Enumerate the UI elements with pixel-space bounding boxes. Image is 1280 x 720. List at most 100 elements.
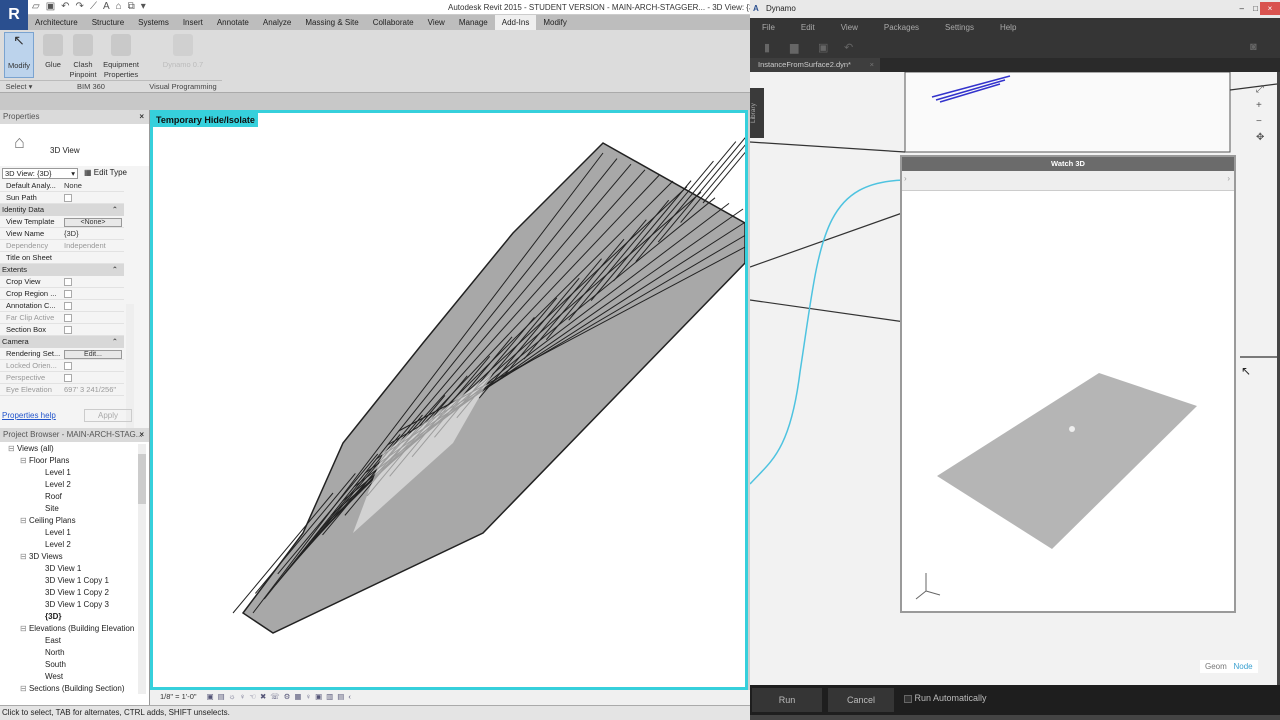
browser-node[interactable]: 3D View 1	[45, 564, 81, 573]
library-toggle[interactable]: Library	[750, 88, 764, 138]
property-checkbox[interactable]	[64, 314, 72, 323]
3d-viewport[interactable]	[150, 82, 804, 690]
property-section[interactable]: Extents ⌃	[0, 264, 124, 276]
property-value[interactable]: None	[64, 181, 82, 190]
close-icon[interactable]: ×	[1260, 2, 1280, 15]
browser-node[interactable]: 3D View 1 Copy 3	[45, 600, 109, 609]
browser-node[interactable]: ⊟ 3D Views	[20, 552, 63, 561]
browser-node[interactable]: {3D}	[45, 612, 61, 621]
expand-icon[interactable]: ⊟	[20, 624, 29, 633]
view-control-icons[interactable]: ▣▤☼♀☜✖☏⚙▦♀▣▥▤‹	[207, 692, 355, 701]
browser-node[interactable]: East	[45, 636, 61, 645]
tab-structure[interactable]: Structure	[85, 15, 131, 30]
property-button[interactable]: Edit...	[64, 350, 122, 359]
expand-icon[interactable]: ⊟	[8, 444, 17, 453]
3d-view-icon[interactable]: ⌂	[116, 1, 122, 12]
watch-3d-preview[interactable]	[902, 191, 1234, 611]
open-icon[interactable]: ▱	[32, 1, 40, 12]
clash-pinpoint-button[interactable]: Clash Pinpoint	[66, 32, 100, 80]
file-tab[interactable]: InstanceFromSurface2.dyn* ×	[750, 58, 880, 72]
close-tab-icon[interactable]: ×	[870, 58, 874, 72]
zoom-out-icon[interactable]: −	[1256, 114, 1264, 130]
menu-file[interactable]: File	[762, 18, 775, 38]
property-checkbox[interactable]	[64, 374, 72, 383]
save-icon[interactable]: ▣	[46, 1, 55, 12]
view-scale[interactable]: 1/8" = 1'-0"	[160, 692, 197, 701]
tab-analyze[interactable]: Analyze	[256, 15, 298, 30]
collapse-icon[interactable]: ⌃	[112, 264, 118, 276]
run-automatically-checkbox[interactable]	[904, 694, 912, 703]
property-checkbox[interactable]	[64, 290, 72, 299]
property-section[interactable]: Identity Data ⌃	[0, 204, 124, 216]
maximize-icon[interactable]: □	[1253, 0, 1258, 18]
browser-node[interactable]: Roof	[45, 492, 62, 501]
dynamo-button[interactable]: Dynamo 0.7	[160, 32, 206, 70]
browser-node[interactable]: West	[45, 672, 63, 681]
expand-icon[interactable]: ⊟	[20, 684, 29, 693]
property-checkbox[interactable]	[64, 362, 72, 371]
menu-packages[interactable]: Packages	[884, 18, 919, 38]
browser-node[interactable]: Level 2	[45, 540, 71, 549]
property-checkbox[interactable]	[64, 302, 72, 311]
dynamo-canvas[interactable]: Library ⤢ + − ✥ Watch 3D › › Geom Node	[750, 72, 1277, 685]
measure-icon[interactable]: ⟋	[90, 1, 97, 12]
tab-systems[interactable]: Systems	[131, 15, 176, 30]
camera-icon[interactable]: ◙	[1250, 41, 1257, 53]
modify-button[interactable]: ↖ Modify	[4, 32, 34, 78]
minimize-icon[interactable]: –	[1240, 0, 1244, 18]
collapse-icon[interactable]: ⌃	[112, 336, 118, 348]
run-automatically-toggle[interactable]: Run Automatically	[904, 693, 987, 703]
browser-node[interactable]: 3D View 1 Copy 1	[45, 576, 109, 585]
menu-view[interactable]: View	[841, 18, 858, 38]
tab-insert[interactable]: Insert	[176, 15, 210, 30]
edit-type-button[interactable]: ▦ Edit Type	[84, 168, 127, 177]
browser-node[interactable]: ⊟ Sections (Building Section)	[20, 684, 125, 693]
group-select[interactable]: Select ▾	[0, 80, 38, 92]
browser-node[interactable]: ⊟ Floor Plans	[20, 456, 69, 465]
new-file-icon[interactable]: ▮	[764, 41, 770, 54]
geom-toggle[interactable]: Geom	[1205, 662, 1227, 671]
property-value[interactable]: Independent	[64, 241, 106, 250]
properties-help-link[interactable]: Properties help	[2, 411, 56, 420]
cancel-button[interactable]: Cancel	[828, 688, 894, 712]
browser-node[interactable]: ⊟ Ceiling Plans	[20, 516, 76, 525]
browser-scrollbar[interactable]	[138, 444, 146, 694]
property-value[interactable]: 697' 3 241/256"	[64, 385, 116, 394]
input-port-icon[interactable]: ›	[904, 174, 907, 183]
zoom-controls[interactable]: ⤢ + − ✥	[1256, 82, 1264, 146]
browser-node[interactable]: Level 1	[45, 528, 71, 537]
expand-icon[interactable]: ⊟	[20, 552, 29, 561]
menu-settings[interactable]: Settings	[945, 18, 974, 38]
close-icon[interactable]: ×	[139, 110, 144, 124]
output-port-icon[interactable]: ›	[1227, 174, 1230, 183]
close-hidden-icon[interactable]: ⧉	[128, 1, 135, 12]
text-icon[interactable]: A	[103, 1, 110, 12]
expand-icon[interactable]: ⊟	[20, 516, 29, 525]
apply-button[interactable]: Apply	[84, 409, 132, 422]
redo-icon[interactable]: ↷	[76, 1, 84, 12]
equipment-properties-button[interactable]: Equipment Properties	[100, 32, 142, 80]
glue-button[interactable]: Glue	[40, 32, 66, 70]
watch-3d-node[interactable]: Watch 3D › ›	[900, 155, 1236, 613]
browser-node[interactable]: Level 2	[45, 480, 71, 489]
tab-add-ins[interactable]: Add-Ins	[494, 15, 537, 30]
fit-icon[interactable]: ⤢	[1256, 82, 1264, 98]
browser-node[interactable]: South	[45, 660, 66, 669]
property-value[interactable]: {3D}	[64, 229, 79, 238]
type-selector[interactable]: 3D View: {3D} ▾	[2, 168, 78, 179]
expand-icon[interactable]: ⊟	[20, 456, 29, 465]
zoom-in-icon[interactable]: +	[1256, 98, 1264, 114]
undo-icon[interactable]: ↶	[844, 41, 853, 54]
browser-node[interactable]: 3D View 1 Copy 2	[45, 588, 109, 597]
open-file-icon[interactable]: ▆	[790, 41, 798, 54]
undo-icon[interactable]: ↶	[61, 1, 69, 12]
tab-modify[interactable]: Modify	[536, 15, 574, 30]
save-icon[interactable]: ▣	[818, 41, 828, 54]
scroll-thumb[interactable]	[138, 454, 146, 504]
collapse-icon[interactable]: ⌃	[112, 204, 118, 216]
browser-node[interactable]: ⊟ Views (all)	[8, 444, 54, 453]
close-icon[interactable]: ×	[139, 428, 144, 442]
browser-node[interactable]: Site	[45, 504, 59, 513]
property-checkbox[interactable]	[64, 194, 72, 203]
browser-node[interactable]: North	[45, 648, 65, 657]
